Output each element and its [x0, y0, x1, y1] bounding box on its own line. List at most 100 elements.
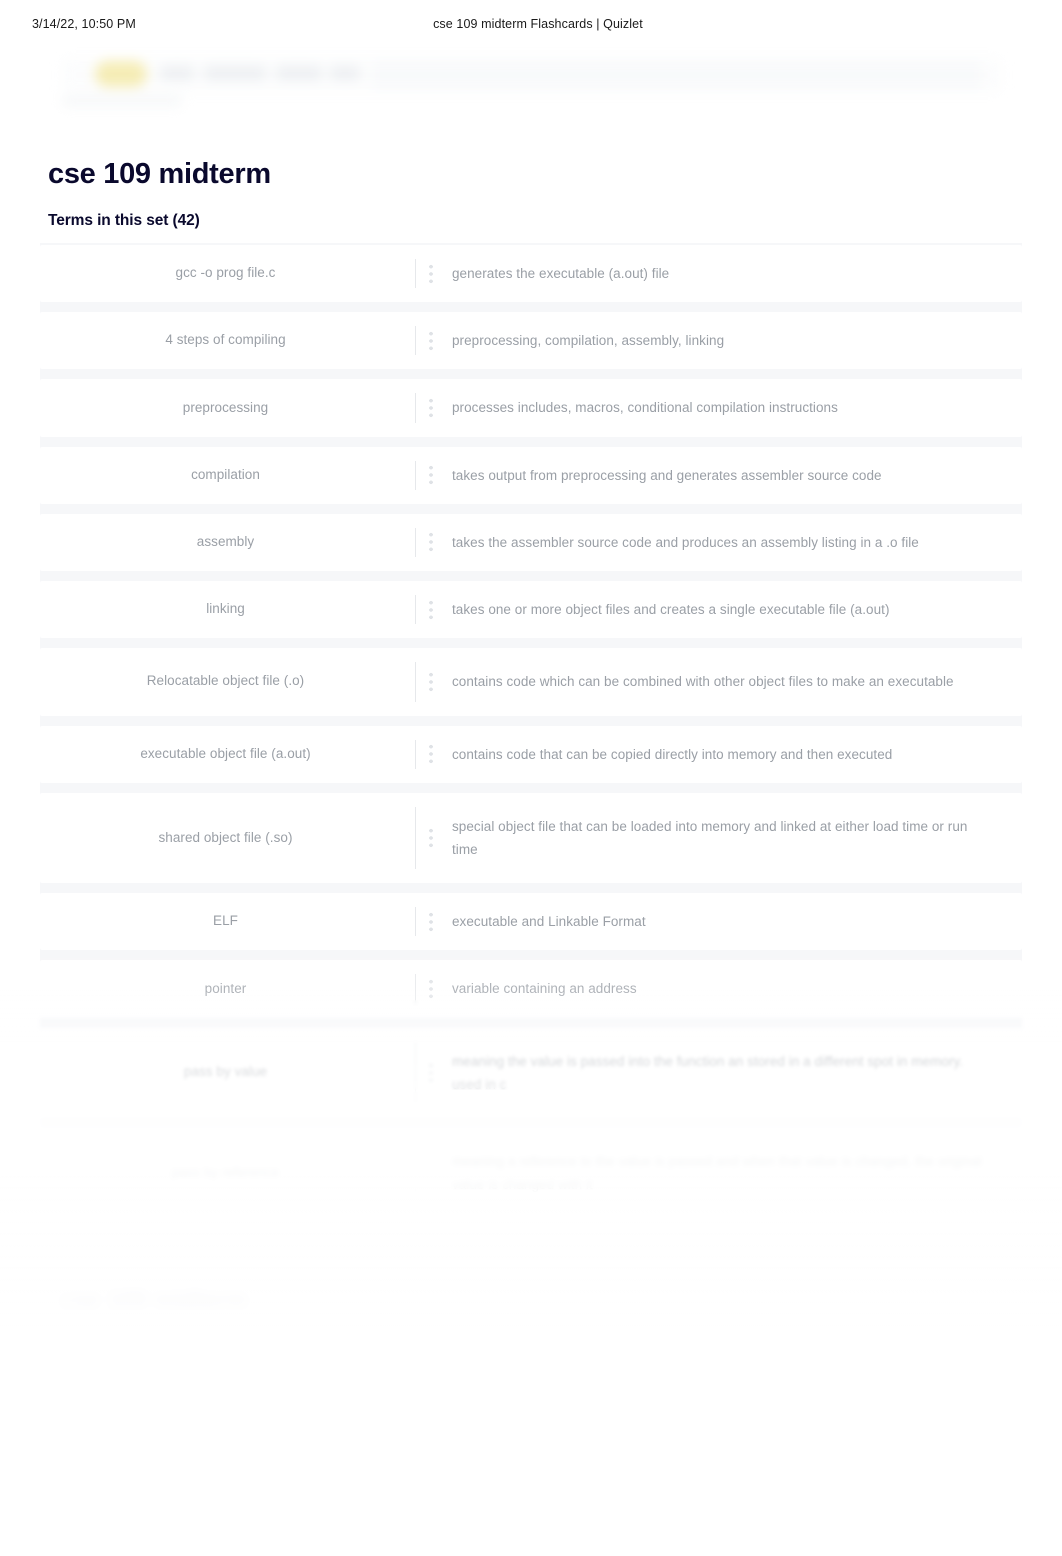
table-row[interactable]: preprocessing processes includes, macros,…: [40, 379, 1022, 437]
table-row[interactable]: pointer variable containing an address: [40, 960, 1022, 1018]
term-text: pointer: [204, 980, 247, 996]
drag-handle-icon[interactable]: [416, 245, 448, 302]
term-cell[interactable]: assembly: [40, 514, 415, 571]
drag-dots-icon: [429, 1162, 433, 1185]
term-cell[interactable]: pointer: [40, 960, 415, 1017]
drag-handle-icon[interactable]: [416, 648, 448, 715]
definition-cell[interactable]: meaning the value is passed into the fun…: [448, 1028, 1022, 1118]
drag-dots-icon: [429, 531, 433, 554]
table-row[interactable]: shared object file (.so) special object f…: [40, 792, 1022, 884]
drag-dots-icon: [429, 1061, 433, 1084]
term-text: compilation: [191, 466, 260, 482]
set-heading: cse 109 midterm Terms in this set (42): [48, 158, 748, 230]
drag-dots-icon: [429, 826, 433, 849]
definition-cell[interactable]: contains code which can be combined with…: [448, 648, 1022, 715]
term-text: assembly: [196, 534, 255, 550]
nav-item-subjects[interactable]: [204, 66, 266, 80]
definition-text: takes output from preprocessing and gene…: [452, 467, 882, 483]
term-cell[interactable]: pass by value: [40, 1028, 415, 1118]
drag-dots-icon: [429, 598, 433, 621]
search-input[interactable]: [372, 60, 982, 90]
next-page-ghost-title: cse 109 midterm: [60, 1286, 249, 1313]
page-bottom-margin: [0, 1330, 1062, 1556]
drag-dots-icon: [429, 670, 433, 693]
definition-cell[interactable]: special object file that can be loaded i…: [448, 793, 1022, 883]
site-header-chrome: [0, 52, 1062, 106]
definition-cell[interactable]: variable containing an address: [448, 960, 1022, 1017]
term-text: executable object file (a.out): [140, 745, 311, 761]
table-row[interactable]: ELF executable and Linkable Format: [40, 893, 1022, 951]
drag-handle-icon[interactable]: [416, 514, 448, 571]
term-text: ELF: [213, 913, 238, 929]
definition-cell[interactable]: contains code that can be copied directl…: [448, 726, 1022, 783]
drag-handle-icon[interactable]: [416, 960, 448, 1017]
definition-text: special object file that can be loaded i…: [452, 818, 968, 857]
print-header: 3/14/22, 10:50 PM cse 109 midterm Flashc…: [0, 0, 1062, 48]
term-text: gcc -o prog file.c: [175, 265, 276, 281]
term-cell[interactable]: executable object file (a.out): [40, 726, 415, 783]
term-text: Relocatable object file (.o): [146, 673, 305, 689]
terms-table: gcc -o prog file.c generates the executab…: [40, 243, 1022, 1229]
term-text: preprocessing: [182, 399, 269, 415]
term-cell[interactable]: Relocatable object file (.o): [40, 648, 415, 715]
term-text: pass by value: [183, 1064, 268, 1080]
drag-handle-icon[interactable]: [416, 793, 448, 883]
drag-handle-icon[interactable]: [416, 1028, 448, 1118]
drag-handle-icon[interactable]: [416, 447, 448, 504]
table-row[interactable]: gcc -o prog file.c generates the executab…: [40, 245, 1022, 303]
definition-cell[interactable]: generates the executable (a.out) file: [448, 245, 1022, 302]
term-cell[interactable]: 4 steps of compiling: [40, 312, 415, 369]
drag-handle-icon[interactable]: [416, 726, 448, 783]
definition-cell[interactable]: processes includes, macros, conditional …: [448, 379, 1022, 436]
definition-cell[interactable]: preprocessing, compilation, assembly, li…: [448, 312, 1022, 369]
table-row[interactable]: 4 steps of compiling preprocessing, compi…: [40, 312, 1022, 370]
drag-handle-icon[interactable]: [416, 379, 448, 436]
print-timestamp: 3/14/22, 10:50 PM: [32, 17, 136, 31]
print-document-title: cse 109 midterm Flashcards | Quizlet: [433, 17, 643, 31]
table-row[interactable]: pass by reference meaning a reference to …: [40, 1128, 1022, 1219]
definition-text: contains code which can be combined with…: [452, 674, 954, 690]
definition-text: variable containing an address: [452, 981, 637, 997]
definition-text: generates the executable (a.out) file: [452, 266, 670, 281]
table-row[interactable]: executable object file (a.out) contains c…: [40, 725, 1022, 783]
definition-cell[interactable]: takes output from preprocessing and gene…: [448, 447, 1022, 504]
term-cell[interactable]: preprocessing: [40, 379, 415, 436]
drag-handle-icon[interactable]: [416, 893, 448, 950]
term-cell[interactable]: shared object file (.so): [40, 793, 415, 883]
term-cell[interactable]: gcc -o prog file.c: [40, 245, 415, 302]
definition-text: meaning the value is passed into the fun…: [452, 1053, 964, 1092]
term-cell[interactable]: pass by reference: [40, 1128, 415, 1218]
drag-handle-icon[interactable]: [416, 581, 448, 638]
quizlet-logo-icon[interactable]: [95, 61, 147, 87]
table-row[interactable]: Relocatable object file (.o) contains cod…: [40, 648, 1022, 716]
drag-handle-icon[interactable]: [416, 312, 448, 369]
definition-cell[interactable]: meaning a reference to the value is pass…: [448, 1128, 1022, 1218]
nav-item-home[interactable]: [160, 66, 194, 80]
nav-item-create[interactable]: [330, 66, 360, 80]
term-text: pass by reference: [171, 1164, 280, 1180]
nav-item-solutions[interactable]: [276, 66, 322, 80]
drag-handle-icon[interactable]: [416, 1128, 448, 1218]
table-row[interactable]: linking takes one or more object files an…: [40, 581, 1022, 639]
table-row[interactable]: assembly takes the assembler source code …: [40, 513, 1022, 572]
definition-text: meaning a reference to the value is pass…: [452, 1154, 982, 1193]
definition-cell[interactable]: executable and Linkable Format: [448, 893, 1022, 950]
term-text: 4 steps of compiling: [165, 332, 286, 348]
definition-text: contains code that can be copied directl…: [452, 746, 893, 762]
term-text: linking: [206, 601, 245, 617]
drag-dots-icon: [429, 978, 433, 1001]
drag-dots-icon: [429, 397, 433, 420]
drag-dots-icon: [429, 910, 433, 933]
term-cell[interactable]: ELF: [40, 893, 415, 950]
drag-dots-icon: [429, 464, 433, 487]
definition-cell[interactable]: takes the assembler source code and prod…: [448, 514, 1022, 571]
definition-text: processes includes, macros, conditional …: [452, 400, 838, 416]
table-row[interactable]: compilation takes output from preprocessi…: [40, 446, 1022, 504]
term-cell[interactable]: compilation: [40, 447, 415, 504]
definition-cell[interactable]: takes one or more object files and creat…: [448, 581, 1022, 638]
breadcrumb: [62, 96, 182, 106]
table-row[interactable]: pass by value meaning the value is passed…: [40, 1027, 1022, 1119]
definition-text: takes the assembler source code and prod…: [452, 534, 919, 550]
definition-text: takes one or more object files and creat…: [452, 602, 890, 618]
term-cell[interactable]: linking: [40, 581, 415, 638]
